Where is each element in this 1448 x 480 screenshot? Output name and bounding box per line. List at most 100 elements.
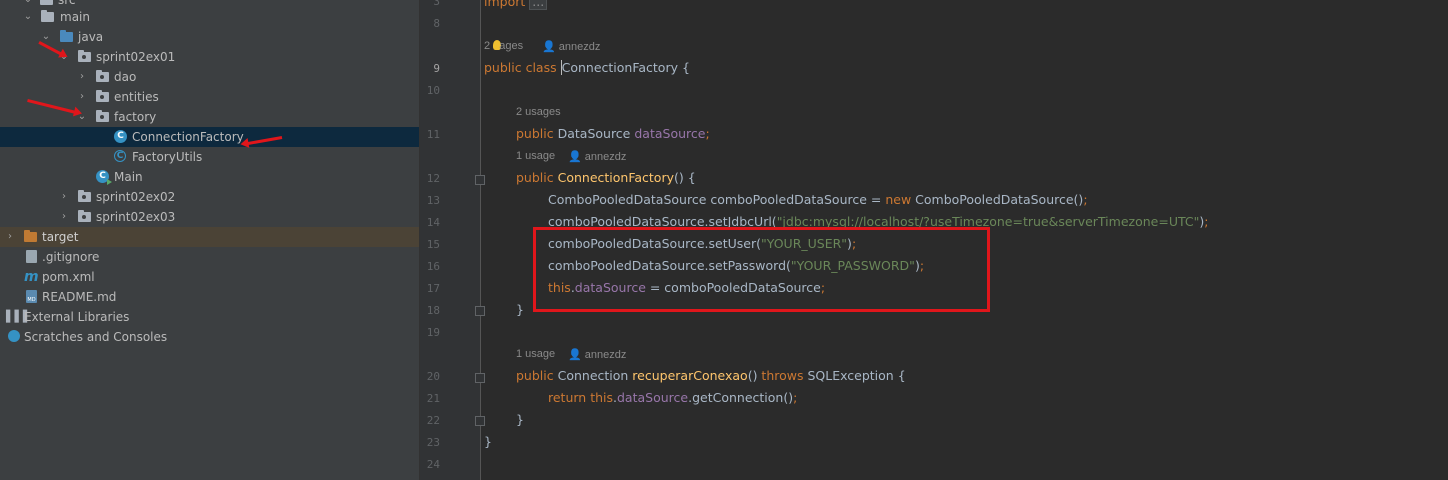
tree-item-external-libraries[interactable]: ▌▌▌ External Libraries	[0, 307, 419, 327]
line-number: 9	[433, 62, 440, 75]
fold-marker-icon[interactable]	[475, 373, 485, 383]
tree-item-label: java	[78, 30, 104, 44]
code-line-9: public class ConnectionFactory {	[484, 60, 690, 75]
code-line-21: return this.dataSource.getConnection();	[548, 390, 798, 405]
folded-imports[interactable]: ...	[529, 0, 548, 10]
code-line-11: public DataSource dataSource;	[516, 126, 710, 141]
author-hint[interactable]: 👤 annezdz	[568, 348, 626, 361]
line-number: 24	[426, 458, 440, 471]
tree-item-label: Main	[114, 170, 143, 184]
tree-item-label: External Libraries	[24, 310, 130, 324]
line-number: 19	[426, 326, 440, 339]
tree-item-label: .gitignore	[42, 250, 100, 264]
code-line-18: }	[516, 302, 524, 317]
package-icon	[96, 90, 109, 102]
tree-item-label: pom.xml	[42, 270, 95, 284]
line-number: 22	[426, 414, 440, 427]
tree-item-label: sprint02ex01	[96, 50, 176, 64]
tree-item-label: dao	[114, 70, 137, 84]
tree-item-label: factory	[114, 110, 157, 124]
line-number: 20	[426, 370, 440, 383]
tree-item-java[interactable]: ⌄ java	[0, 27, 419, 47]
person-icon: 👤	[568, 151, 582, 163]
package-icon	[96, 110, 109, 122]
code-line-13: ComboPooledDataSource comboPooledDataSou…	[548, 192, 1088, 207]
folder-icon	[41, 10, 54, 22]
runnable-class-icon: C	[96, 170, 112, 185]
line-number: 16	[426, 260, 440, 273]
package-icon	[78, 210, 91, 222]
line-number: 23	[426, 436, 440, 449]
chevron-right-icon[interactable]: ›	[58, 209, 70, 225]
source-folder-icon	[60, 30, 73, 42]
code-line-3: import ...	[484, 0, 548, 10]
scratches-icon	[8, 330, 20, 342]
tree-item-factoryutils[interactable]: C FactoryUtils	[0, 147, 419, 167]
tree-item-label: target	[42, 230, 79, 244]
usage-hint[interactable]: 1 usage	[516, 348, 555, 360]
line-number: 18	[426, 304, 440, 317]
line-number: 12	[426, 172, 440, 185]
java-class-icon: C	[114, 130, 127, 143]
package-icon	[78, 190, 91, 202]
tree-item-dao[interactable]: › dao	[0, 67, 419, 87]
code-line-23: }	[484, 434, 492, 449]
tree-item-label: README.md	[42, 290, 117, 304]
tree-item-connectionfactory[interactable]: C ConnectionFactory	[0, 127, 419, 147]
tree-item-label: entities	[114, 90, 159, 104]
person-icon: 👤	[568, 349, 582, 361]
line-number: 13	[426, 194, 440, 207]
tree-item-main-class[interactable]: C Main	[0, 167, 419, 187]
author-hint[interactable]: 👤 annezdz	[542, 40, 600, 53]
tree-item-label: ConnectionFactory	[132, 130, 244, 144]
usage-hint[interactable]: 1 usage	[516, 150, 555, 162]
file-icon	[26, 250, 37, 263]
line-number: 17	[426, 282, 440, 295]
tree-item-scratches[interactable]: Scratches and Consoles	[0, 327, 419, 347]
fold-marker-icon[interactable]	[475, 175, 485, 185]
author-hint[interactable]: 👤 annezdz	[568, 150, 626, 163]
chevron-down-icon[interactable]: ⌄	[22, 9, 34, 25]
maven-icon: m	[24, 269, 39, 285]
folder-icon	[40, 0, 53, 5]
fold-marker-icon[interactable]	[475, 306, 485, 316]
markdown-file-icon: MD	[26, 290, 37, 303]
tree-item-readme[interactable]: MD README.md	[0, 287, 419, 307]
editor-scrollbar[interactable]	[1440, 0, 1448, 480]
tree-item-sprint02ex02[interactable]: › sprint02ex02	[0, 187, 419, 207]
abstract-class-icon: C	[114, 150, 126, 162]
code-line-12: public ConnectionFactory() {	[516, 170, 696, 185]
chevron-right-icon[interactable]: ›	[4, 229, 16, 245]
tree-item-label: sprint02ex02	[96, 190, 176, 204]
package-icon	[78, 50, 91, 62]
usage-hint[interactable]: 2 usages	[516, 106, 561, 118]
annotation-highlight-box	[533, 227, 990, 312]
tree-item-label: sprint02ex03	[96, 210, 176, 224]
chevron-right-icon[interactable]: ›	[76, 89, 88, 105]
line-number: 14	[426, 216, 440, 229]
line-number: 15	[426, 238, 440, 251]
code-line-20: public Connection recuperarConexao() thr…	[516, 368, 906, 383]
library-icon: ▌▌▌	[6, 310, 32, 323]
tree-item-main[interactable]: ⌄ main	[0, 7, 419, 27]
tree-item-target[interactable]: › target	[0, 227, 419, 247]
fold-marker-icon[interactable]	[475, 416, 485, 426]
package-icon	[96, 70, 109, 82]
line-number: 8	[433, 17, 440, 30]
usage-hint[interactable]: 2 ages	[484, 40, 523, 52]
line-number: 11	[426, 128, 440, 141]
chevron-right-icon[interactable]: ›	[58, 189, 70, 205]
tree-item-label: Scratches and Consoles	[24, 330, 168, 344]
tree-item-label: main	[60, 10, 90, 24]
line-number: 10	[426, 84, 440, 97]
line-number: 21	[426, 392, 440, 405]
code-line-22: }	[516, 412, 524, 427]
person-icon: 👤	[542, 41, 556, 53]
tree-item-sprint02ex03[interactable]: › sprint02ex03	[0, 207, 419, 227]
chevron-right-icon[interactable]: ›	[76, 69, 88, 85]
tree-item-gitignore[interactable]: .gitignore	[0, 247, 419, 267]
excluded-folder-icon	[24, 230, 37, 242]
project-tree: ⌄ src ⌄ main ⌄ java ⌄ sprint02ex01 › dao…	[0, 0, 420, 480]
tree-item-entities[interactable]: › entities	[0, 87, 419, 107]
tree-item-pom[interactable]: m pom.xml	[0, 267, 419, 287]
